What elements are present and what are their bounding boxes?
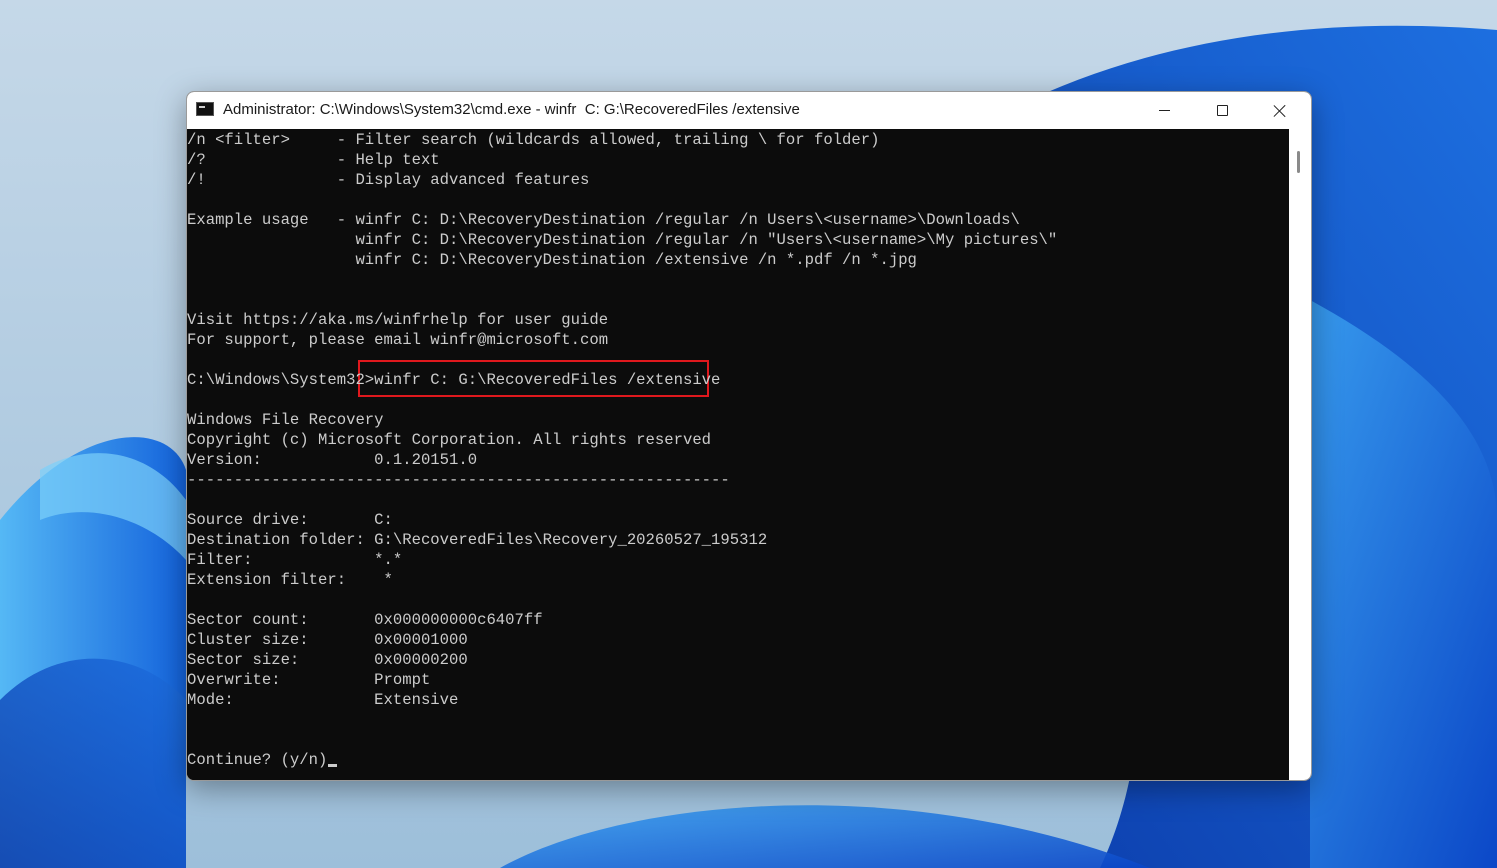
console-line: Visit https://aka.ms/winfrhelp for user … [187, 310, 608, 330]
console-line-text: Windows File Recovery [187, 411, 384, 429]
console-line-text: Cluster size: 0x00001000 [187, 631, 468, 649]
console-line-text: Destination folder: G:\RecoveredFiles\Re… [187, 531, 768, 549]
console-line: Sector count: 0x000000000c6407ff [187, 610, 543, 630]
window-title: Administrator: C:\Windows\System32\cmd.e… [223, 101, 800, 118]
console-line-text: Filter: *.* [187, 551, 403, 569]
maximize-icon [1216, 105, 1228, 116]
console-line: Version: 0.1.20151.0 [187, 450, 477, 470]
console-line-text: C:\Windows\System32>winfr C: G:\Recovere… [187, 371, 721, 389]
console-line-text: Sector count: 0x000000000c6407ff [187, 611, 543, 629]
console-line-text: Copyright (c) Microsoft Corporation. All… [187, 431, 712, 449]
console-line: Cluster size: 0x00001000 [187, 630, 468, 650]
console-line: Extension filter: * [187, 570, 393, 590]
console-line-text: Version: 0.1.20151.0 [187, 451, 478, 469]
console-line-text: Sector size: 0x00000200 [187, 651, 468, 669]
console-line-text: Source drive: C: [187, 511, 393, 529]
console-line-text: winfr C: D:\RecoveryDestination /regular… [187, 231, 1058, 249]
minimize-button[interactable] [1135, 92, 1193, 129]
console-line-text: /n <filter> - Filter search (wildcards a… [187, 131, 880, 149]
console-line: ----------------------------------------… [187, 470, 730, 490]
console-line: Continue? (y/n) [187, 750, 338, 770]
console-line-text: winfr C: D:\RecoveryDestination /extensi… [187, 251, 917, 269]
vertical-scrollbar[interactable] [1289, 129, 1311, 780]
console-line: Mode: Extensive [187, 690, 458, 710]
console-line: /? - Help text [187, 150, 440, 170]
console-line: Source drive: C: [187, 510, 393, 530]
console-line-text: Continue? (y/n) [187, 751, 328, 769]
text-cursor [328, 764, 338, 767]
scrollbar-thumb[interactable] [1297, 151, 1300, 173]
console-line: /n <filter> - Filter search (wildcards a… [187, 130, 879, 150]
console-line: Sector size: 0x00000200 [187, 650, 468, 670]
close-button[interactable] [1251, 92, 1309, 129]
console-line: Filter: *.* [187, 550, 402, 570]
cmd-window: Administrator: C:\Windows\System32\cmd.e… [186, 91, 1312, 781]
console-line: winfr C: D:\RecoveryDestination /extensi… [187, 250, 917, 270]
console-line: C:\Windows\System32>winfr C: G:\Recovere… [187, 370, 720, 390]
minimize-icon [1158, 110, 1170, 111]
console-line-text: Overwrite: Prompt [187, 671, 431, 689]
console-line: For support, please email winfr@microsof… [187, 330, 608, 350]
console-line: Copyright (c) Microsoft Corporation. All… [187, 430, 711, 450]
console-line-text: /? - Help text [187, 151, 440, 169]
title-bar[interactable]: Administrator: C:\Windows\System32\cmd.e… [187, 92, 1311, 129]
console-line: Windows File Recovery [187, 410, 384, 430]
console-line: /! - Display advanced features [187, 170, 589, 190]
console-line-text: Example usage - winfr C: D:\RecoveryDest… [187, 211, 1020, 229]
console-line: winfr C: D:\RecoveryDestination /regular… [187, 230, 1057, 250]
cmd-icon [196, 102, 214, 116]
console-line-text: Visit https://aka.ms/winfrhelp for user … [187, 311, 609, 329]
console-line: Overwrite: Prompt [187, 670, 430, 690]
console-line-text: For support, please email winfr@microsof… [187, 331, 609, 349]
close-icon [1273, 104, 1287, 118]
console-line-text: ----------------------------------------… [187, 471, 730, 489]
console-line-text: Mode: Extensive [187, 691, 459, 709]
console-line: Destination folder: G:\RecoveredFiles\Re… [187, 530, 767, 550]
console-line-text: /! - Display advanced features [187, 171, 590, 189]
console-line: Example usage - winfr C: D:\RecoveryDest… [187, 210, 1020, 230]
console-line-text: Extension filter: * [187, 571, 393, 589]
maximize-button[interactable] [1193, 92, 1251, 129]
console-output[interactable]: /n <filter> - Filter search (wildcards a… [187, 129, 1289, 780]
